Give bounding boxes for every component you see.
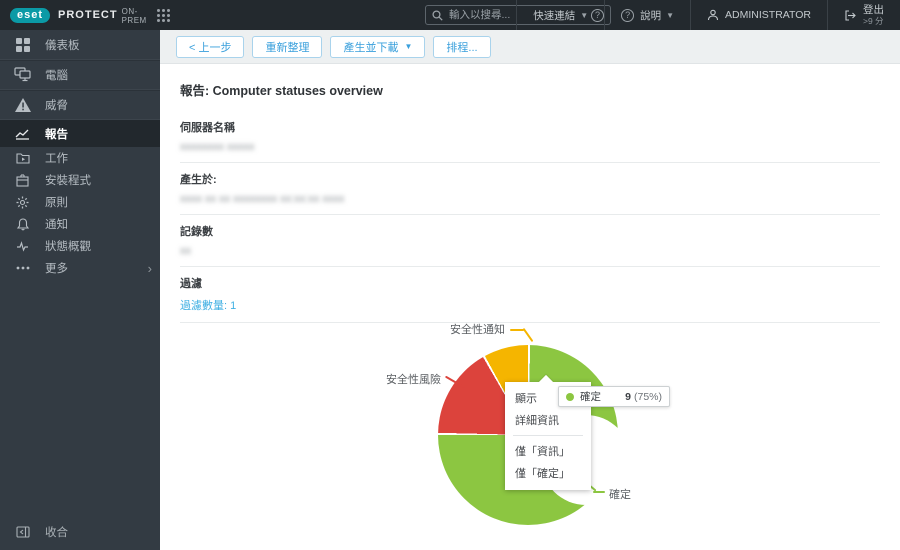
collapse-label: 收合: [45, 527, 68, 539]
warning-triangle-icon: [0, 97, 45, 113]
sidebar-item-label: 原則: [45, 197, 68, 209]
tooltip-value: 9: [625, 390, 631, 403]
user-menu[interactable]: ADMINISTRATOR: [691, 0, 827, 30]
field-server-name: 伺服器名稱 xxxxxxxx xxxxx: [180, 111, 880, 163]
brand: eset PROTECT ON-PREM: [0, 6, 170, 25]
schedule-button[interactable]: 排程...: [433, 35, 491, 58]
sidebar-item-notifications[interactable]: 通知: [0, 213, 160, 235]
ellipsis-icon: [0, 266, 45, 270]
filter-count-link[interactable]: 過濾數量: 1: [180, 297, 880, 313]
sidebar-item-label: 安裝程式: [45, 175, 91, 187]
chevron-down-icon: ▼: [666, 10, 675, 20]
top-bar: eset PROTECT ON-PREM ? 快速連結 ▼ ? 說明 ▼: [0, 0, 900, 30]
field-filter: 過濾 過濾數量: 1: [180, 267, 880, 323]
sidebar-item-label: 威脅: [45, 99, 68, 112]
sidebar-item-reports[interactable]: 報告: [0, 120, 160, 147]
chart-tooltip: 確定 9 (75%): [558, 386, 670, 407]
logout-label: 登出: [863, 3, 884, 16]
dashboard-icon: [0, 37, 45, 53]
menu-item-details[interactable]: 詳細資訊: [505, 409, 591, 431]
field-value-redacted: xxxx xx xx xxxxxxxx xx:xx:xx xxxx: [180, 193, 345, 205]
quick-links-label: 快速連結: [533, 9, 576, 22]
installers-icon: [0, 173, 45, 187]
sidebar-item-tasks[interactable]: 工作: [0, 147, 160, 169]
sidebar-item-status-overview[interactable]: 狀態概觀: [0, 235, 160, 257]
field-record-count: 記錄數 xx: [180, 215, 880, 267]
apps-grid-icon[interactable]: [156, 8, 170, 22]
sidebar-item-more[interactable]: 更多 ›: [0, 257, 160, 279]
bell-icon: [0, 217, 45, 231]
sidebar-item-dashboard[interactable]: 儀表板: [0, 30, 160, 60]
field-value-redacted: xx: [180, 245, 191, 257]
gear-icon: [0, 196, 45, 209]
chevron-right-icon: ›: [147, 260, 152, 276]
product-edition: ON-PREM: [121, 6, 147, 25]
tasks-icon: [0, 152, 45, 164]
sidebar-item-detections[interactable]: 威脅: [0, 90, 160, 120]
slice-label-ok: 確定: [609, 489, 631, 501]
field-label: 過濾: [180, 278, 202, 290]
tooltip-percent: (75%): [633, 390, 662, 403]
refresh-button[interactable]: 重新整理: [252, 35, 323, 58]
sidebar-item-label: 狀態概觀: [45, 241, 91, 253]
chevron-down-icon: ▼: [404, 42, 413, 51]
help-menu[interactable]: ? 說明 ▼: [605, 0, 690, 30]
session-timer: >9 分: [863, 15, 884, 26]
sidebar-item-installers[interactable]: 安裝程式: [0, 169, 160, 191]
sidebar-item-label: 電腦: [45, 69, 68, 82]
generate-download-button[interactable]: 產生並下載 ▼: [330, 35, 426, 58]
field-value-redacted: xxxxxxxx xxxxx: [180, 141, 255, 153]
leader-line: [522, 327, 534, 343]
help-label: 說明: [640, 9, 662, 22]
help-icon: ?: [621, 8, 635, 22]
report-detail: 報告: Computer statuses overview 伺服器名稱 xxx…: [160, 64, 900, 323]
sidebar-item-policies[interactable]: 原則: [0, 191, 160, 213]
sidebar-item-label: 儀表板: [45, 39, 80, 52]
eset-logo: eset: [10, 7, 51, 23]
chevron-down-icon: ▼: [580, 10, 589, 20]
field-label: 記錄數: [180, 226, 213, 238]
product-name: PROTECT: [58, 9, 118, 21]
logout-icon: [845, 9, 856, 21]
field-label: 伺服器名稱: [180, 122, 235, 134]
sidebar-item-label: 更多: [45, 263, 68, 275]
menu-item-only-information[interactable]: 僅「資訊」: [505, 440, 591, 462]
status-overview-icon: [0, 240, 45, 252]
slice-label-security-notifications: 安全性通知: [450, 324, 505, 336]
menu-divider: [513, 435, 583, 436]
computers-icon: [0, 67, 45, 82]
menu-item-only-ok[interactable]: 僅「確定」: [505, 462, 591, 484]
slice-label-security-risks: 安全性風險: [386, 374, 441, 386]
field-generated-on: 產生於: xxxx xx xx xxxxxxxx xx:xx:xx xxxx: [180, 163, 880, 215]
report-title: 報告: Computer statuses overview: [180, 84, 383, 98]
generate-download-label: 產生並下載: [343, 41, 399, 54]
sidebar-item-computers[interactable]: 電腦: [0, 60, 160, 90]
reports-icon: [0, 128, 45, 140]
collapse-icon: [0, 526, 45, 538]
legend-dot-ok: [566, 392, 574, 401]
sidebar-item-label: 報告: [45, 128, 68, 141]
sidebar: 儀表板 電腦 威脅 報告 工作 安裝程式 原則 通知 狀態概觀 更多 › 收合: [0, 30, 160, 550]
back-button[interactable]: < 上一步: [176, 35, 245, 58]
sidebar-item-label: 通知: [45, 219, 68, 231]
logout-button[interactable]: 登出 >9 分: [828, 0, 900, 30]
field-label: 產生於:: [180, 174, 217, 186]
leader-line: [593, 491, 605, 493]
sidebar-item-label: 工作: [45, 153, 68, 165]
user-icon: [707, 9, 719, 21]
eset-protect-console: eset PROTECT ON-PREM ? 快速連結 ▼ ? 說明 ▼: [0, 0, 900, 550]
collapse-sidebar-button[interactable]: 收合: [0, 520, 160, 544]
search-icon: [432, 9, 443, 21]
tooltip-series-name: 確定: [580, 391, 601, 403]
top-bar-right: 快速連結 ▼ ? 說明 ▼ ADMINISTRATOR 登出 >9 分: [516, 0, 900, 30]
user-name: ADMINISTRATOR: [725, 9, 811, 21]
quick-links-menu[interactable]: 快速連結 ▼: [517, 0, 604, 30]
toolbar: < 上一步 重新整理 產生並下載 ▼ 排程...: [160, 30, 900, 64]
